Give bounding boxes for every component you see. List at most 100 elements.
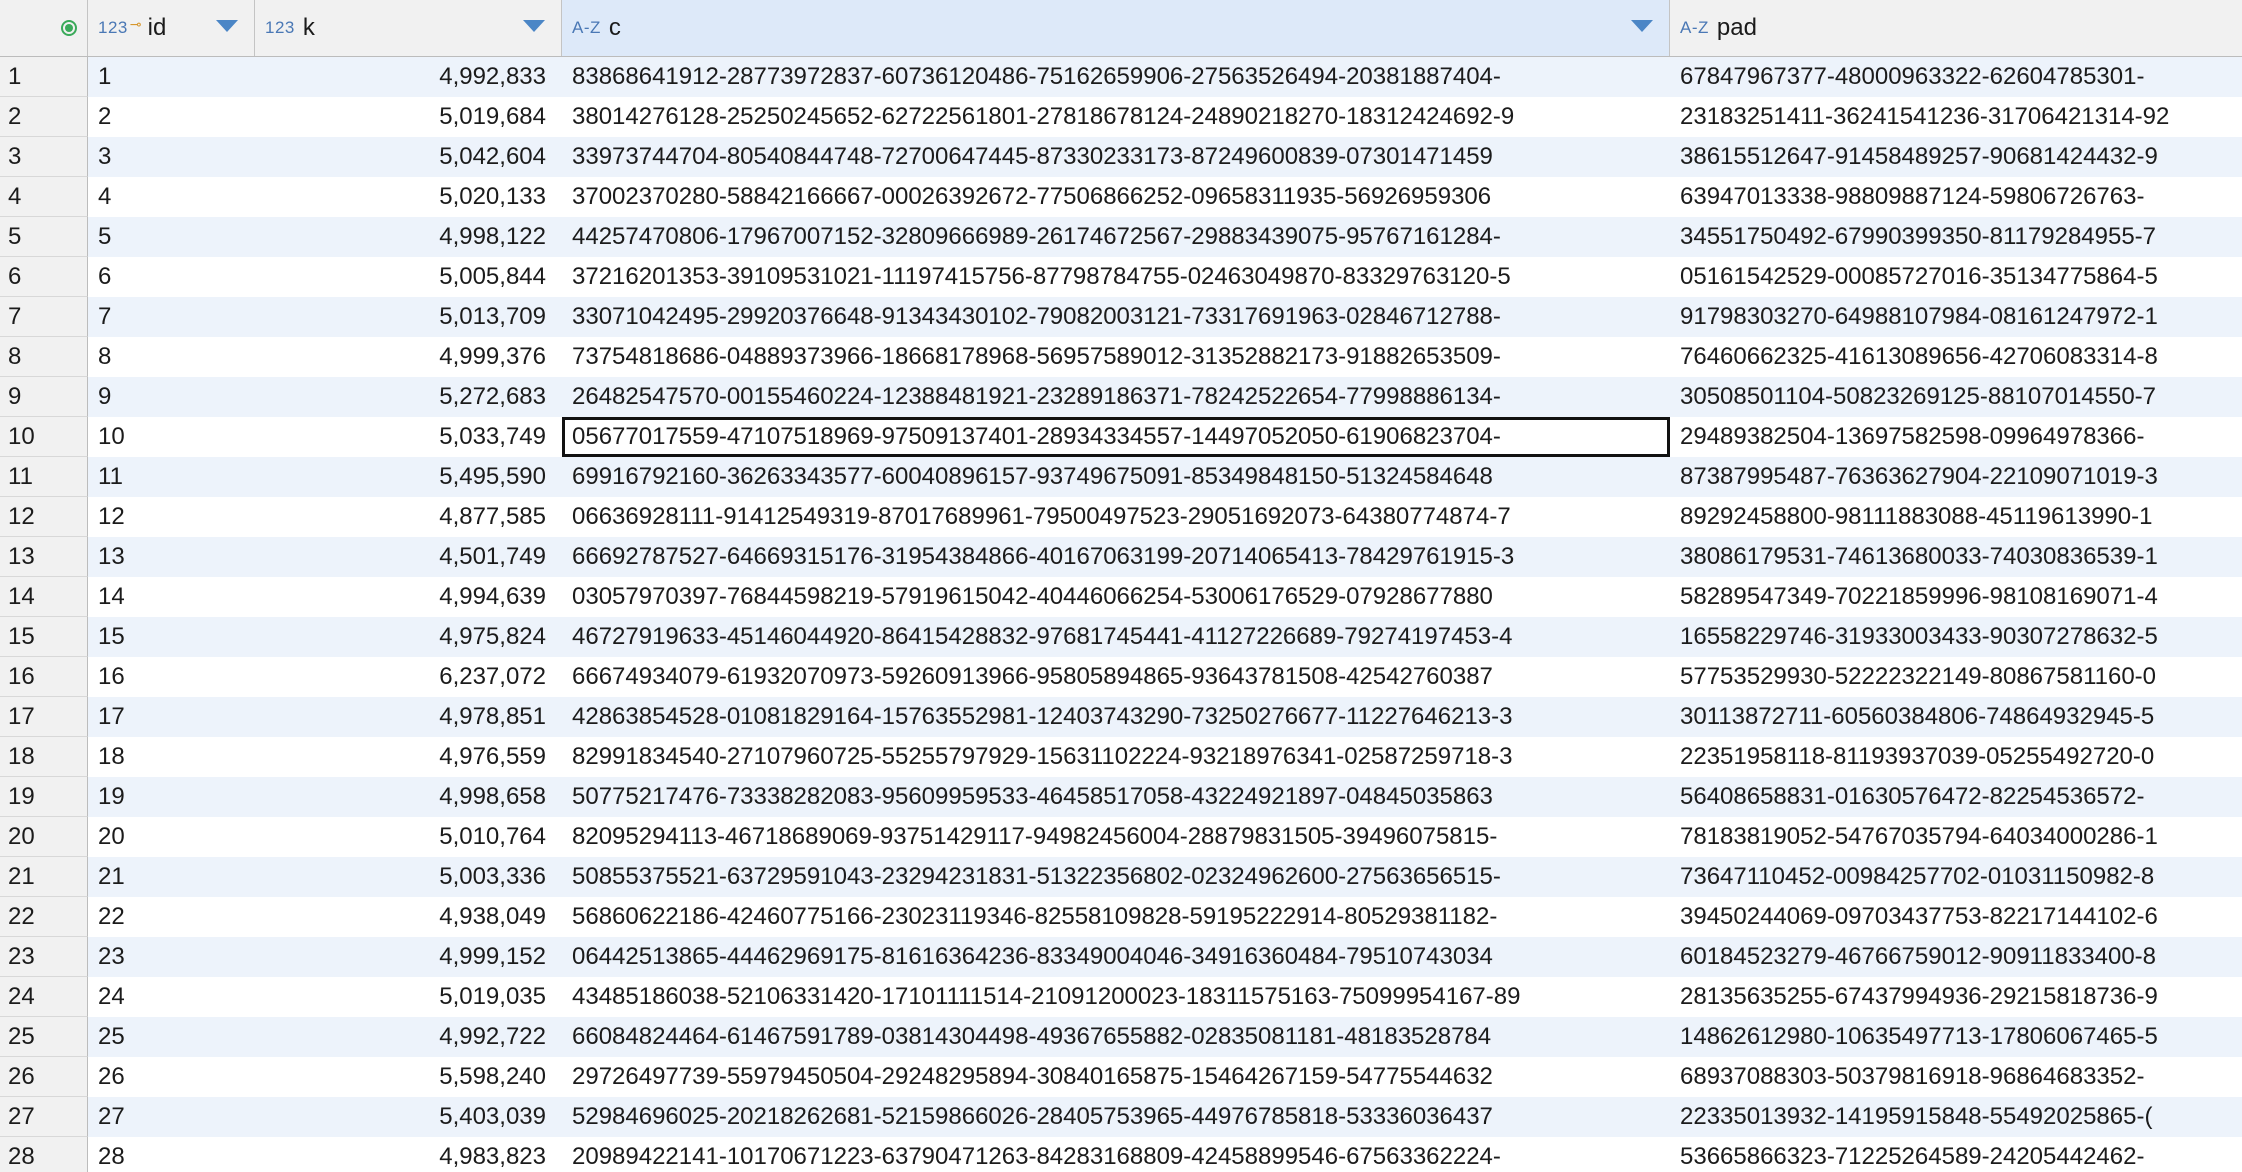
pad-cell[interactable]: 76460662325-41613089656-42706083314-8 (1670, 337, 2242, 377)
k-cell[interactable]: 4,938,049 (255, 897, 562, 937)
table-row[interactable]: 8 8 4,999,376 73754818686-04889373966-18668… (0, 337, 2242, 377)
id-cell[interactable]: 27 (88, 1097, 255, 1137)
id-cell[interactable]: 7 (88, 297, 255, 337)
table-row[interactable]: 25 25 4,992,722 66084824464-61467591789-038… (0, 1017, 2242, 1057)
c-cell[interactable]: 50775217476-73338282083-95609959533-4645… (562, 777, 1670, 817)
pad-cell[interactable]: 30113872711-60560384806-74864932945-5 (1670, 697, 2242, 737)
table-row[interactable]: 18 18 4,976,559 82991834540-27107960725-552… (0, 737, 2242, 777)
row-number-cell[interactable]: 27 (0, 1097, 88, 1137)
row-number-cell[interactable]: 12 (0, 497, 88, 537)
row-number-cell[interactable]: 13 (0, 537, 88, 577)
k-cell[interactable]: 5,403,039 (255, 1097, 562, 1137)
c-cell[interactable]: 46727919633-45146044920-86415428832-9768… (562, 617, 1670, 657)
row-number-cell[interactable]: 21 (0, 857, 88, 897)
table-row[interactable]: 1 1 4,992,833 83868641912-28773972837-60736… (0, 57, 2242, 97)
pad-cell[interactable]: 16558229746-31933003433-90307278632-5 (1670, 617, 2242, 657)
k-cell[interactable]: 5,019,035 (255, 977, 562, 1017)
id-cell[interactable]: 26 (88, 1057, 255, 1097)
sort-arrow-icon[interactable] (216, 20, 238, 32)
k-cell[interactable]: 4,975,824 (255, 617, 562, 657)
id-cell[interactable]: 12 (88, 497, 255, 537)
pad-cell[interactable]: 57753529930-52222322149-80867581160-0 (1670, 657, 2242, 697)
table-row[interactable]: 19 19 4,998,658 50775217476-73338282083-956… (0, 777, 2242, 817)
pad-cell[interactable]: 68937088303-50379816918-96864683352- (1670, 1057, 2242, 1097)
row-number-cell[interactable]: 6 (0, 257, 88, 297)
c-cell[interactable]: 82095294113-46718689069-93751429117-9498… (562, 817, 1670, 857)
row-number-cell[interactable]: 18 (0, 737, 88, 777)
row-number-cell[interactable]: 19 (0, 777, 88, 817)
id-cell[interactable]: 23 (88, 937, 255, 977)
id-cell[interactable]: 24 (88, 977, 255, 1017)
column-header-k[interactable]: 123 k (255, 0, 562, 56)
sort-arrow-icon[interactable] (1631, 20, 1653, 32)
pad-cell[interactable]: 34551750492-67990399350-81179284955-7 (1670, 217, 2242, 257)
c-cell[interactable]: 06442513865-44462969175-81616364236-8334… (562, 937, 1670, 977)
c-cell[interactable]: 37216201353-39109531021-11197415756-8779… (562, 257, 1670, 297)
c-cell[interactable]: 06636928111-91412549319-87017689961-7950… (562, 497, 1670, 537)
c-cell[interactable]: 42863854528-01081829164-15763552981-1240… (562, 697, 1670, 737)
k-cell[interactable]: 5,010,764 (255, 817, 562, 857)
pad-cell[interactable]: 39450244069-09703437753-82217144102-6 (1670, 897, 2242, 937)
id-cell[interactable]: 19 (88, 777, 255, 817)
id-cell[interactable]: 28 (88, 1137, 255, 1172)
k-cell[interactable]: 5,598,240 (255, 1057, 562, 1097)
row-number-cell[interactable]: 20 (0, 817, 88, 857)
pad-cell[interactable]: 22335013932-14195915848-55492025865-( (1670, 1097, 2242, 1137)
c-cell[interactable]: 83868641912-28773972837-60736120486-7516… (562, 57, 1670, 97)
k-cell[interactable]: 5,042,604 (255, 137, 562, 177)
table-row[interactable]: 28 28 4,983,823 20989422141-10170671223-637… (0, 1137, 2242, 1172)
id-cell[interactable]: 9 (88, 377, 255, 417)
pad-cell[interactable]: 22351958118-81193937039-05255492720-0 (1670, 737, 2242, 777)
k-cell[interactable]: 4,999,376 (255, 337, 562, 377)
k-cell[interactable]: 4,992,833 (255, 57, 562, 97)
table-row[interactable]: 16 16 6,237,072 66674934079-61932070973-592… (0, 657, 2242, 697)
pad-cell[interactable]: 23183251411-36241541236-31706421314-92 (1670, 97, 2242, 137)
id-cell[interactable]: 15 (88, 617, 255, 657)
row-number-cell[interactable]: 2 (0, 97, 88, 137)
id-cell[interactable]: 2 (88, 97, 255, 137)
pad-cell[interactable]: 87387995487-76363627904-22109071019-3 (1670, 457, 2242, 497)
c-cell[interactable]: 56860622186-42460775166-23023119346-8255… (562, 897, 1670, 937)
table-row[interactable]: 17 17 4,978,851 42863854528-01081829164-157… (0, 697, 2242, 737)
column-header-id[interactable]: 123 ⊸ id (88, 0, 255, 56)
pad-cell[interactable]: 78183819052-54767035794-64034000286-1 (1670, 817, 2242, 857)
row-number-cell[interactable]: 9 (0, 377, 88, 417)
id-cell[interactable]: 20 (88, 817, 255, 857)
pad-cell[interactable]: 29489382504-13697582598-09964978366- (1670, 417, 2242, 457)
row-number-cell[interactable]: 10 (0, 417, 88, 457)
row-number-cell[interactable]: 1 (0, 57, 88, 97)
id-cell[interactable]: 1 (88, 57, 255, 97)
c-cell[interactable]: 66084824464-61467591789-03814304498-4936… (562, 1017, 1670, 1057)
table-row[interactable]: 26 26 5,598,240 29726497739-55979450504-292… (0, 1057, 2242, 1097)
k-cell[interactable]: 4,998,658 (255, 777, 562, 817)
pad-cell[interactable]: 30508501104-50823269125-88107014550-7 (1670, 377, 2242, 417)
table-row[interactable]: 2 2 5,019,684 38014276128-25250245652-62722… (0, 97, 2242, 137)
id-cell[interactable]: 4 (88, 177, 255, 217)
table-row[interactable]: 7 7 5,013,709 33071042495-29920376648-91343… (0, 297, 2242, 337)
k-cell[interactable]: 4,978,851 (255, 697, 562, 737)
table-row[interactable]: 13 13 4,501,749 66692787527-64669315176-319… (0, 537, 2242, 577)
k-cell[interactable]: 5,020,133 (255, 177, 562, 217)
row-number-header[interactable] (0, 0, 88, 56)
row-number-cell[interactable]: 25 (0, 1017, 88, 1057)
pad-cell[interactable]: 53665866323-71225264589-24205442462- (1670, 1137, 2242, 1172)
c-cell[interactable]: 69916792160-36263343577-60040896157-9374… (562, 457, 1670, 497)
c-cell[interactable]: 44257470806-17967007152-32809666989-2617… (562, 217, 1670, 257)
pad-cell[interactable]: 28135635255-67437994936-29215818736-9 (1670, 977, 2242, 1017)
pad-cell[interactable]: 56408658831-01630576472-82254536572- (1670, 777, 2242, 817)
k-cell[interactable]: 4,994,639 (255, 577, 562, 617)
row-number-cell[interactable]: 15 (0, 617, 88, 657)
id-cell[interactable]: 21 (88, 857, 255, 897)
id-cell[interactable]: 11 (88, 457, 255, 497)
pad-cell[interactable]: 38086179531-74613680033-74030836539-1 (1670, 537, 2242, 577)
result-grid[interactable]: 123 ⊸ id 123 k A-Z c A-Z pad 1 1 4,992,833… (0, 0, 2242, 1172)
table-row[interactable]: 21 21 5,003,336 50855375521-63729591043-232… (0, 857, 2242, 897)
c-cell[interactable]: 82991834540-27107960725-55255797929-1563… (562, 737, 1670, 777)
table-row[interactable]: 10 10 5,033,749 05677017559-47107518969-975… (0, 417, 2242, 457)
c-cell[interactable]: 03057970397-76844598219-57919615042-4044… (562, 577, 1670, 617)
row-number-cell[interactable]: 22 (0, 897, 88, 937)
k-cell[interactable]: 5,003,336 (255, 857, 562, 897)
id-cell[interactable]: 25 (88, 1017, 255, 1057)
id-cell[interactable]: 22 (88, 897, 255, 937)
table-row[interactable]: 22 22 4,938,049 56860622186-42460775166-230… (0, 897, 2242, 937)
